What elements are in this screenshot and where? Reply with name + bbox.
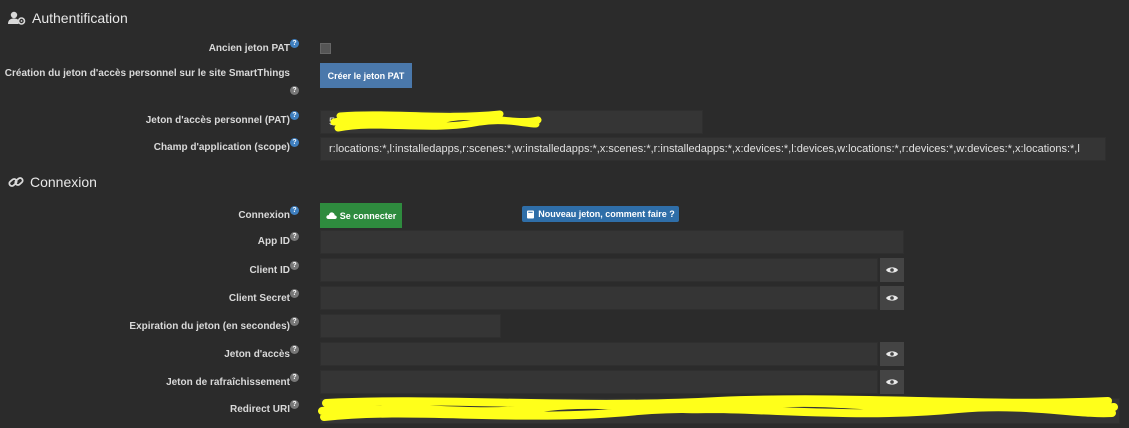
pat-input[interactable]: 5 <box>320 110 703 134</box>
client-secret-label: Client Secret <box>228 293 290 304</box>
user-gear-icon <box>8 11 26 25</box>
access-token-label: Jeton d'accès <box>224 349 290 360</box>
app-id-label: App ID <box>257 236 290 247</box>
eye-icon <box>886 379 898 385</box>
redirect-uri-label: Redirect URI <box>229 404 290 415</box>
expiration-label: Expiration du jeton (en secondes) <box>129 321 290 332</box>
connexion-section-title: Connexion <box>8 174 97 190</box>
help-icon[interactable]: ? <box>290 39 299 48</box>
help-icon[interactable]: ? <box>290 86 299 95</box>
show-client-secret-button[interactable] <box>880 286 904 310</box>
client-secret-input[interactable] <box>320 286 878 310</box>
pat-label: Jeton d'accès personnel (PAT) <box>145 115 290 126</box>
scope-label: Champ d'application (scope) <box>153 142 290 153</box>
create-pat-button[interactable]: Créer le jeton PAT <box>320 63 412 88</box>
new-token-link[interactable]: Nouveau jeton, comment faire ? <box>522 206 679 222</box>
help-icon[interactable]: ? <box>290 345 299 354</box>
new-token-link-label: Nouveau jeton, comment faire ? <box>538 209 675 219</box>
eye-icon <box>886 295 898 301</box>
help-icon[interactable]: ? <box>290 289 299 298</box>
refresh-token-label: Jeton de rafraîchissement <box>166 377 290 388</box>
book-icon <box>527 210 535 218</box>
access-token-input[interactable] <box>320 342 878 366</box>
connect-button-label: Se connecter <box>339 210 397 221</box>
connect-button[interactable]: Se connecter <box>320 203 402 228</box>
eye-icon <box>886 267 898 273</box>
link-icon <box>8 177 24 187</box>
help-icon[interactable]: ? <box>290 261 299 270</box>
help-icon[interactable]: ? <box>290 373 299 382</box>
help-icon[interactable]: ? <box>290 400 299 409</box>
legacy-pat-label: Ancien jeton PAT <box>208 43 290 54</box>
legacy-pat-checkbox[interactable] <box>320 43 331 54</box>
expiration-input[interactable] <box>320 314 501 338</box>
eye-icon <box>886 351 898 357</box>
scope-input[interactable]: r:locations:*,l:installedapps,r:scenes:*… <box>320 137 1106 161</box>
show-refresh-token-button[interactable] <box>880 370 904 394</box>
help-icon[interactable]: ? <box>290 206 299 215</box>
cloud-icon <box>326 212 337 219</box>
auth-section-title: Authentification <box>8 10 128 26</box>
show-client-id-button[interactable] <box>880 258 904 282</box>
refresh-token-input[interactable] <box>320 370 878 394</box>
client-id-label: Client ID <box>249 265 290 276</box>
auth-title: Authentification <box>32 10 128 26</box>
app-id-input[interactable] <box>320 230 904 254</box>
show-access-token-button[interactable] <box>880 342 904 366</box>
client-id-input[interactable] <box>320 258 878 282</box>
help-icon[interactable]: ? <box>290 111 299 120</box>
help-icon[interactable]: ? <box>290 317 299 326</box>
connect-label: Connexion <box>238 210 290 221</box>
create-pat-button-label: Créer le jeton PAT <box>327 70 405 81</box>
redirect-uri-input[interactable] <box>320 398 1120 424</box>
create-pat-label: Création du jeton d'accès personnel sur … <box>4 68 290 79</box>
help-icon[interactable]: ? <box>290 138 299 147</box>
help-icon[interactable]: ? <box>290 232 299 241</box>
connexion-title: Connexion <box>30 174 97 190</box>
